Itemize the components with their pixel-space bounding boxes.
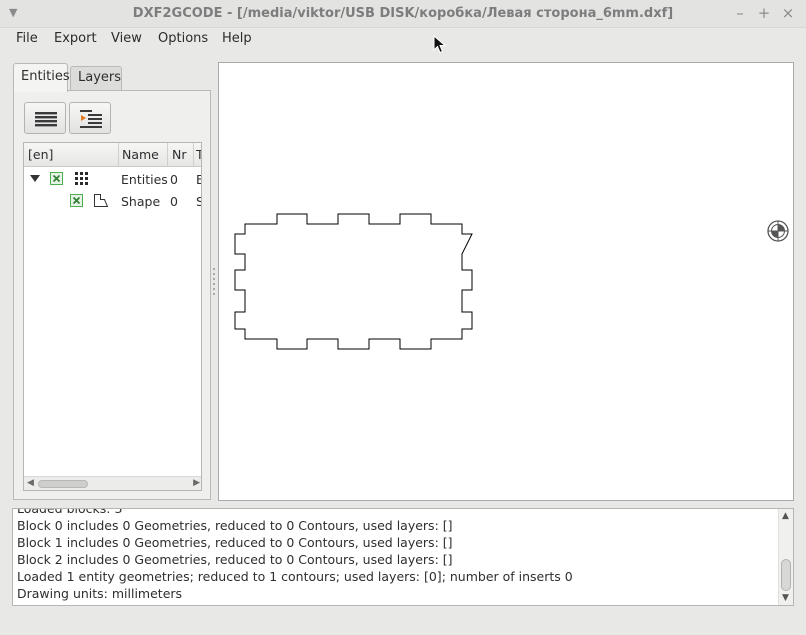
log-line: Loaded blocks: 3 (17, 508, 123, 516)
scrollbar-thumb[interactable] (38, 480, 88, 488)
entities-tree[interactable]: [en] Name Nr T Entities (23, 142, 202, 491)
menu-view[interactable]: View (111, 31, 142, 46)
close-button[interactable]: × (780, 4, 796, 22)
log-line: Loaded 1 entity geometries; reduced to 1… (17, 569, 573, 584)
grid-icon (75, 172, 88, 185)
tree-row-shape[interactable]: Shape 0 S (24, 191, 201, 213)
menu-file[interactable]: File (16, 31, 38, 46)
header-name[interactable]: Name (122, 147, 159, 162)
tree-row-nr: 0 (170, 172, 178, 187)
header-type[interactable]: T (196, 147, 201, 162)
drawing-canvas[interactable] (218, 62, 794, 501)
scroll-right-icon[interactable]: ▶ (193, 478, 200, 488)
tree-row-type: S (196, 194, 201, 209)
log-line: Block 2 includes 0 Geometries, reduced t… (17, 552, 453, 567)
list-icon (35, 112, 57, 127)
contour-drawing (234, 213, 789, 350)
tree-row-name: Entities (121, 172, 168, 187)
header-export[interactable]: [en] (28, 147, 53, 162)
shape-contour (234, 213, 473, 350)
scroll-down-icon[interactable]: ▼ (782, 593, 789, 603)
tab-entities[interactable]: Entities (13, 63, 70, 92)
tree-row-type: E (196, 172, 201, 187)
checkbox-checked-icon[interactable] (50, 172, 63, 185)
checkbox-checked-icon[interactable] (70, 194, 83, 207)
tree-row-nr: 0 (170, 194, 178, 209)
panel-splitter[interactable] (213, 268, 216, 298)
header-nr[interactable]: Nr (172, 147, 187, 162)
message-log[interactable]: Loaded blocks: 3 Block 0 includes 0 Geom… (12, 508, 794, 606)
tab-layers[interactable]: Layers (70, 66, 122, 91)
expand-arrow-icon[interactable] (30, 175, 40, 183)
menu-options[interactable]: Options (158, 31, 208, 46)
tree-header: [en] Name Nr T (24, 143, 201, 167)
entities-panel: [en] Name Nr T Entities (13, 90, 211, 500)
maximize-button[interactable]: + (756, 4, 772, 22)
title-bar: ▼ DXF2GCODE - [/media/viktor/USB DISK/ко… (0, 0, 806, 28)
tree-horizontal-scrollbar[interactable]: ◀ ▶ (24, 476, 201, 490)
scroll-up-icon[interactable]: ▲ (782, 511, 789, 521)
tree-row-entities[interactable]: Entities 0 E (24, 169, 201, 191)
mouse-cursor-icon (433, 35, 447, 54)
log-line: Drawing units: millimeters (17, 586, 183, 601)
log-line: Block 1 includes 0 Geometries, reduced t… (17, 535, 453, 550)
crosshair-icon (767, 220, 789, 242)
scroll-left-icon[interactable]: ◀ (27, 478, 34, 488)
tree-row-name: Shape (121, 194, 161, 209)
window-title: DXF2GCODE - [/media/viktor/USB DISK/коро… (132, 6, 674, 21)
menu-help[interactable]: Help (222, 31, 252, 46)
collapse-all-button[interactable] (69, 102, 111, 134)
expand-all-button[interactable] (24, 102, 66, 134)
tree-collapse-icon (80, 110, 102, 128)
minimize-button[interactable]: – (732, 4, 748, 22)
scrollbar-thumb[interactable] (781, 559, 791, 591)
log-vertical-scrollbar[interactable]: ▲ ▼ (778, 509, 793, 605)
menu-export[interactable]: Export (54, 31, 97, 46)
log-line: Block 0 includes 0 Geometries, reduced t… (17, 518, 453, 533)
shape-icon (94, 194, 109, 207)
menu-bar: File Export View Options Help (0, 28, 806, 50)
